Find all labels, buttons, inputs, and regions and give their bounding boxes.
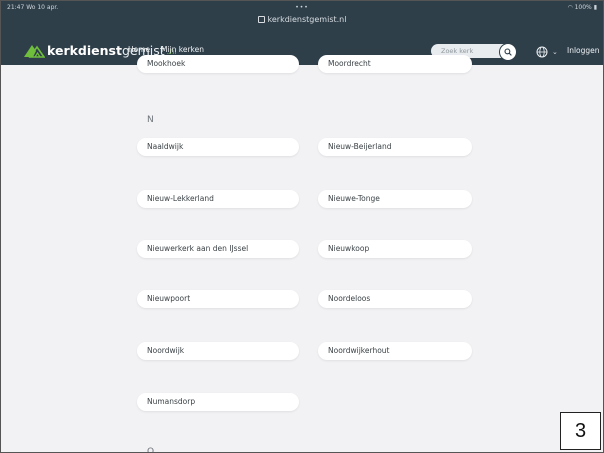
church-item[interactable]: Nieuwpoort [137, 290, 299, 308]
wifi-icon: ◠ [567, 4, 573, 11]
search-button[interactable] [499, 43, 517, 61]
logo-text-kerkdienst: kerkdienst [47, 42, 122, 58]
church-item[interactable]: Moordrecht [318, 55, 472, 73]
church-item[interactable]: Nieuwerkerk aan den IJssel [137, 240, 299, 258]
church-item[interactable]: Naaldwijk [137, 138, 299, 156]
address-url: kerkdienstgemist.nl [267, 15, 347, 24]
church-item[interactable]: Nieuw-Beijerland [318, 138, 472, 156]
lock-icon [257, 16, 265, 23]
letter-heading: O [147, 447, 155, 453]
church-item[interactable]: Nieuwe-Tonge [318, 190, 472, 208]
nav-home-link[interactable]: Home [128, 45, 150, 54]
status-bar: 21:47 Wo 10 apr. ••• kerkdienstgemist.nl… [1, 1, 603, 35]
church-item[interactable]: Mookhoek [137, 55, 299, 73]
screenshot-frame: 21:47 Wo 10 apr. ••• kerkdienstgemist.nl… [0, 0, 604, 453]
chevron-down-icon[interactable]: ⌄ [552, 48, 558, 56]
battery-indicator: ◠ 100% ▮ [567, 4, 597, 11]
multitask-dots[interactable]: ••• [1, 4, 603, 11]
page-number-badge: 3 [560, 412, 601, 450]
letter-heading: N [147, 115, 154, 125]
battery-percent: 100% [574, 4, 592, 11]
battery-icon: ▮ [593, 4, 597, 11]
site-navbar: kerkdienstgemist.nl Home Mijn kerken ⌄ I… [1, 35, 603, 65]
nav-my-churches-link[interactable]: Mijn kerken [161, 45, 204, 54]
church-item[interactable]: Numansdorp [137, 393, 299, 411]
church-logo-icon [24, 45, 45, 58]
church-item[interactable]: Noordwijk [137, 342, 299, 360]
church-item[interactable]: Nieuw-Lekkerland [137, 190, 299, 208]
login-link[interactable]: Inloggen [567, 46, 600, 55]
address-bar[interactable]: kerkdienstgemist.nl [1, 15, 603, 24]
globe-icon[interactable] [536, 46, 548, 58]
church-list: Mookhoek Moordrecht N Naaldwijk Nieuw-Be… [1, 55, 603, 453]
church-item[interactable]: Noordwijkerhout [318, 342, 472, 360]
search-icon [504, 48, 512, 56]
church-item[interactable]: Noordeloos [318, 290, 472, 308]
church-item[interactable]: Nieuwkoop [318, 240, 472, 258]
